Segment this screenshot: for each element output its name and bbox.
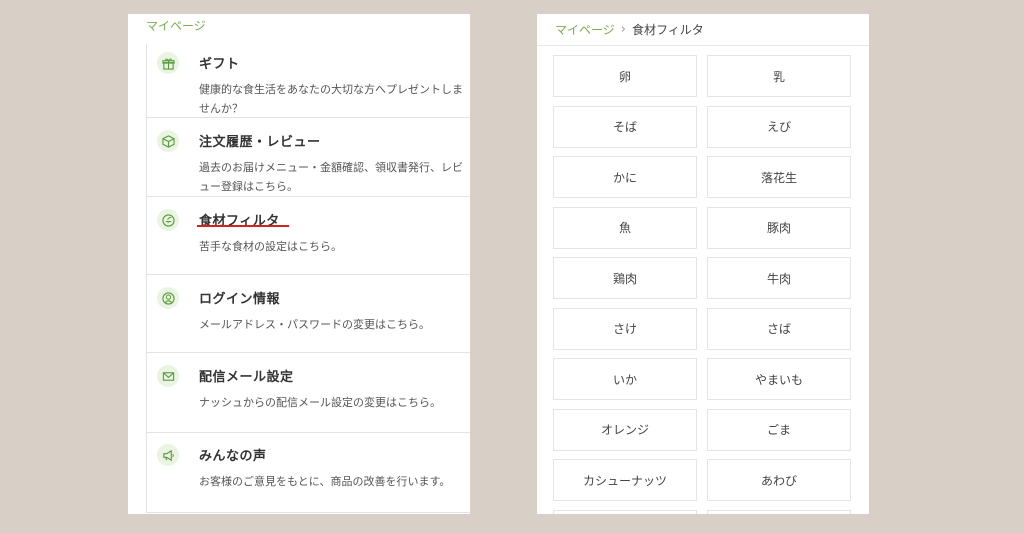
food-filter-item[interactable]: やまいも (707, 358, 851, 400)
breadcrumb: マイページ › 食材フィルタ (537, 14, 869, 46)
menu-item-customer-voice[interactable]: みんなの声 お客様のご意見をもとに、商品の改善を行います。 (147, 433, 470, 513)
menu-item-mail-settings[interactable]: 配信メール設定 ナッシュからの配信メール設定の変更はこちら。 (147, 353, 470, 433)
food-filter-item[interactable]: 魚 (553, 206, 697, 249)
highlight-underline (197, 225, 289, 227)
food-filter-item[interactable]: 鶏肉 (553, 257, 697, 299)
menu-title: 配信メール設定 (199, 370, 294, 385)
menu-desc: 苦手な食材の設定はこちら。 (199, 240, 342, 253)
menu-desc: メールアドレス・パスワードの変更はこちら。 (199, 318, 430, 331)
menu-desc: 健康的な食生活をあなたの大切な方へプレゼントしませんか？ (199, 83, 463, 115)
mail-icon (157, 365, 179, 387)
food-bowl-icon (157, 209, 179, 231)
menu-list: ギフト 健康的な食生活をあなたの大切な方へプレゼントしませんか？ 注文履歴・レビ… (146, 44, 470, 513)
food-filter-item[interactable]: かに (553, 156, 697, 198)
menu-item-order-history[interactable]: 注文履歴・レビュー 過去のお届けメニュー・金額確認、領収書発行、レビュー登録はこ… (147, 118, 470, 197)
gift-icon (157, 52, 179, 74)
food-filter-item[interactable]: あわび (707, 459, 851, 501)
user-icon (157, 287, 179, 309)
menu-item-food-filter[interactable]: 食材フィルタ 苦手な食材の設定はこちら。 (147, 197, 470, 275)
menu-desc: お客様のご意見をもとに、商品の改善を行います。 (199, 475, 451, 488)
food-filter-item[interactable]: ごま (707, 408, 851, 451)
food-filter-item[interactable]: えび (707, 105, 851, 148)
food-filter-item[interactable]: さけ (553, 307, 697, 350)
menu-title: ログイン情報 (199, 292, 281, 307)
breadcrumb-mypage-link[interactable]: マイページ (146, 17, 206, 34)
food-filter-item[interactable] (553, 509, 697, 514)
food-filter-item[interactable]: 豚肉 (707, 206, 851, 249)
food-filter-item[interactable]: 乳 (707, 55, 851, 97)
breadcrumb: マイページ (128, 14, 470, 44)
food-filter-item[interactable] (707, 509, 851, 514)
megaphone-icon (157, 444, 179, 466)
breadcrumb-mypage-link[interactable]: マイページ (555, 21, 615, 38)
menu-title: ギフト (199, 57, 240, 72)
breadcrumb-current: 食材フィルタ (631, 23, 704, 37)
food-filter-item[interactable]: オレンジ (553, 408, 697, 451)
food-filter-item[interactable]: さば (707, 307, 851, 350)
menu-item-login-info[interactable]: ログイン情報 メールアドレス・パスワードの変更はこちら。 (147, 275, 470, 353)
chevron-right-icon: › (620, 22, 626, 37)
food-filter-item[interactable]: そば (553, 105, 697, 148)
menu-item-gift[interactable]: ギフト 健康的な食生活をあなたの大切な方へプレゼントしませんか？ (147, 44, 470, 118)
food-filter-item[interactable]: 落花生 (707, 156, 851, 198)
menu-desc: 過去のお届けメニュー・金額確認、領収書発行、レビュー登録はこちら。 (199, 161, 463, 193)
menu-title: 注文履歴・レビュー (199, 135, 321, 150)
box-icon (157, 130, 179, 152)
food-filter-item[interactable]: いか (553, 358, 697, 400)
food-filter-item[interactable]: 卵 (553, 55, 697, 97)
menu-desc: ナッシュからの配信メール設定の変更はこちら。 (199, 396, 441, 409)
food-filter-item[interactable]: カシューナッツ (553, 459, 697, 501)
food-filter-item[interactable]: 牛肉 (707, 257, 851, 299)
menu-title: みんなの声 (199, 449, 267, 464)
food-filter-panel: マイページ › 食材フィルタ 卵乳そば えび かに 落花生魚豚肉 鶏肉 牛肉 さけ さば いかや… (537, 14, 869, 514)
mypage-menu-panel: マイページ ギフト 健康的な食生活をあなたの大切な方へプレゼントしませんか？ 注… (128, 14, 470, 514)
